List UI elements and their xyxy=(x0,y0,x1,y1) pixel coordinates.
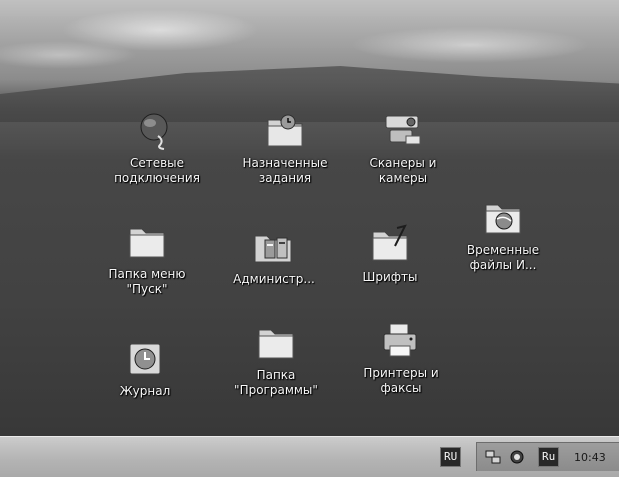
scanners-cameras-icon xyxy=(385,115,421,145)
tray-language-badge[interactable]: Ru xyxy=(538,447,560,467)
desktop-icon-start-menu-folder[interactable]: Папка меню "Пуск" xyxy=(88,221,206,297)
icon-label: Сетевые подключения xyxy=(114,156,200,185)
administrative-tools-icon xyxy=(254,235,292,263)
fonts-folder-icon xyxy=(372,224,408,261)
temporary-internet-files-icon xyxy=(485,204,521,234)
desktop-icon-scanners-cameras[interactable]: Сканеры и камеры xyxy=(344,110,462,186)
start-menu-folder-icon xyxy=(129,228,165,258)
programs-folder-icon xyxy=(258,329,294,359)
icon-label: Папка "Программы" xyxy=(234,368,318,397)
clock[interactable]: 10:43 xyxy=(574,451,606,464)
desktop-icon-administrative-tools[interactable]: Администр... xyxy=(215,226,333,287)
scheduled-tasks-icon xyxy=(267,114,303,147)
screen: Сетевые подключения Назначенные задания … xyxy=(0,0,619,477)
icon-label: Назначенные задания xyxy=(242,156,328,185)
icon-label: Шрифты xyxy=(362,270,418,284)
icon-label: Сканеры и камеры xyxy=(369,156,437,185)
icon-label: Администр... xyxy=(233,272,315,286)
network-tray-icon[interactable] xyxy=(485,449,501,465)
icon-label: Журнал xyxy=(119,384,171,398)
desktop-icon-history[interactable]: Журнал xyxy=(86,338,204,399)
printers-faxes-icon xyxy=(383,323,417,357)
security-tray-icon[interactable] xyxy=(509,449,525,465)
desktop-icon-scheduled-tasks[interactable]: Назначенные задания xyxy=(226,110,344,186)
icon-label: Папка меню "Пуск" xyxy=(108,267,186,296)
desktop-icon-temporary-internet-files[interactable]: Временные файлы И... xyxy=(444,197,562,273)
desktop: Сетевые подключения Назначенные задания … xyxy=(0,0,619,436)
icon-label: Временные файлы И... xyxy=(466,243,540,272)
desktop-icon-network-connections[interactable]: Сетевые подключения xyxy=(98,110,216,186)
network-connections-icon xyxy=(140,113,168,150)
history-icon xyxy=(129,343,161,375)
icon-label: Принтеры и факсы xyxy=(363,366,439,395)
desktop-icon-printers-faxes[interactable]: Принтеры и факсы xyxy=(342,320,460,396)
desktop-icon-fonts[interactable]: Шрифты xyxy=(331,224,449,285)
desktop-icon-programs-folder[interactable]: Папка "Программы" xyxy=(217,322,335,398)
language-indicator[interactable]: RU xyxy=(440,447,462,467)
